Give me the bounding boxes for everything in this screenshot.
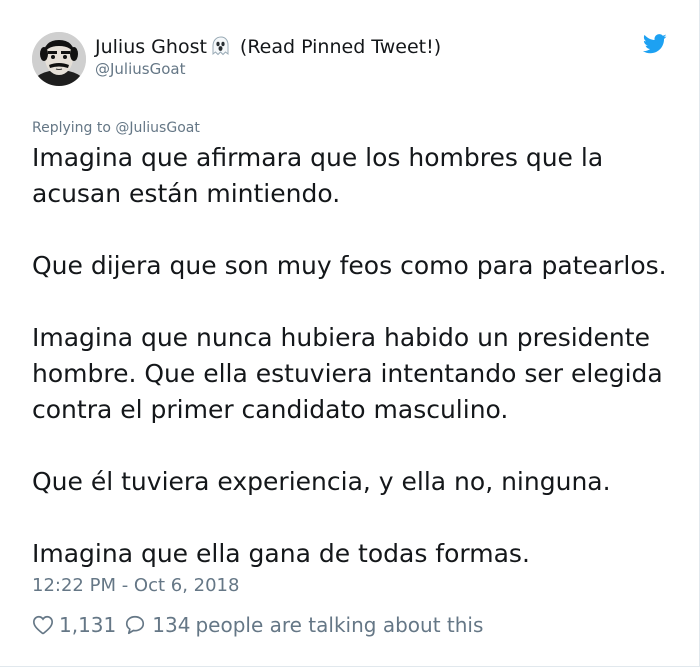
author-name-row: Julius Ghost (Read Pinned Tweet!)	[95, 34, 441, 60]
like-button[interactable]: 1,131	[32, 613, 123, 637]
pinned-note: (Read Pinned Tweet!)	[239, 36, 442, 58]
tweet-paragraph: Imagina que ella gana de todas formas.	[32, 539, 530, 568]
replying-to-line: Replying to @JuliusGoat	[32, 120, 200, 136]
talking-about-text[interactable]: people are talking about this	[195, 613, 483, 637]
twitter-bird-icon[interactable]	[642, 34, 667, 54]
ghost-emoji-icon	[210, 35, 232, 57]
engagement-bar: 1,131 134 people are talking about this	[32, 610, 483, 640]
tweet-paragraph: Imagina que afirmara que los hombres que…	[32, 143, 604, 208]
reply-button[interactable]: 134	[123, 613, 190, 637]
replying-prefix: Replying to	[32, 120, 111, 136]
tweet-card: Julius Ghost (Read Pinned Tweet!) @Juliu…	[0, 0, 700, 667]
tweet-text: Imagina que afirmara que los hombres que…	[32, 140, 682, 572]
heart-icon	[33, 615, 53, 635]
replying-target-link[interactable]: @JuliusGoat	[115, 120, 199, 136]
tweet-paragraph: Imagina que nunca hubiera habido un pres…	[32, 323, 663, 424]
like-count: 1,131	[59, 613, 117, 637]
avatar-photo	[32, 32, 86, 86]
tweet-paragraph: Que dijera que son muy feos como para pa…	[32, 251, 667, 280]
author-handle[interactable]: @JuliusGoat	[95, 60, 185, 78]
speech-bubble-icon	[126, 615, 145, 635]
reply-count: 134	[152, 613, 191, 637]
avatar[interactable]	[32, 32, 86, 86]
tweet-paragraph: Que él tuviera experiencia, y ella no, n…	[32, 467, 611, 496]
tweet-timestamp[interactable]: 12:22 PM - Oct 6, 2018	[32, 575, 239, 596]
author-display-name[interactable]: Julius Ghost	[95, 36, 207, 58]
